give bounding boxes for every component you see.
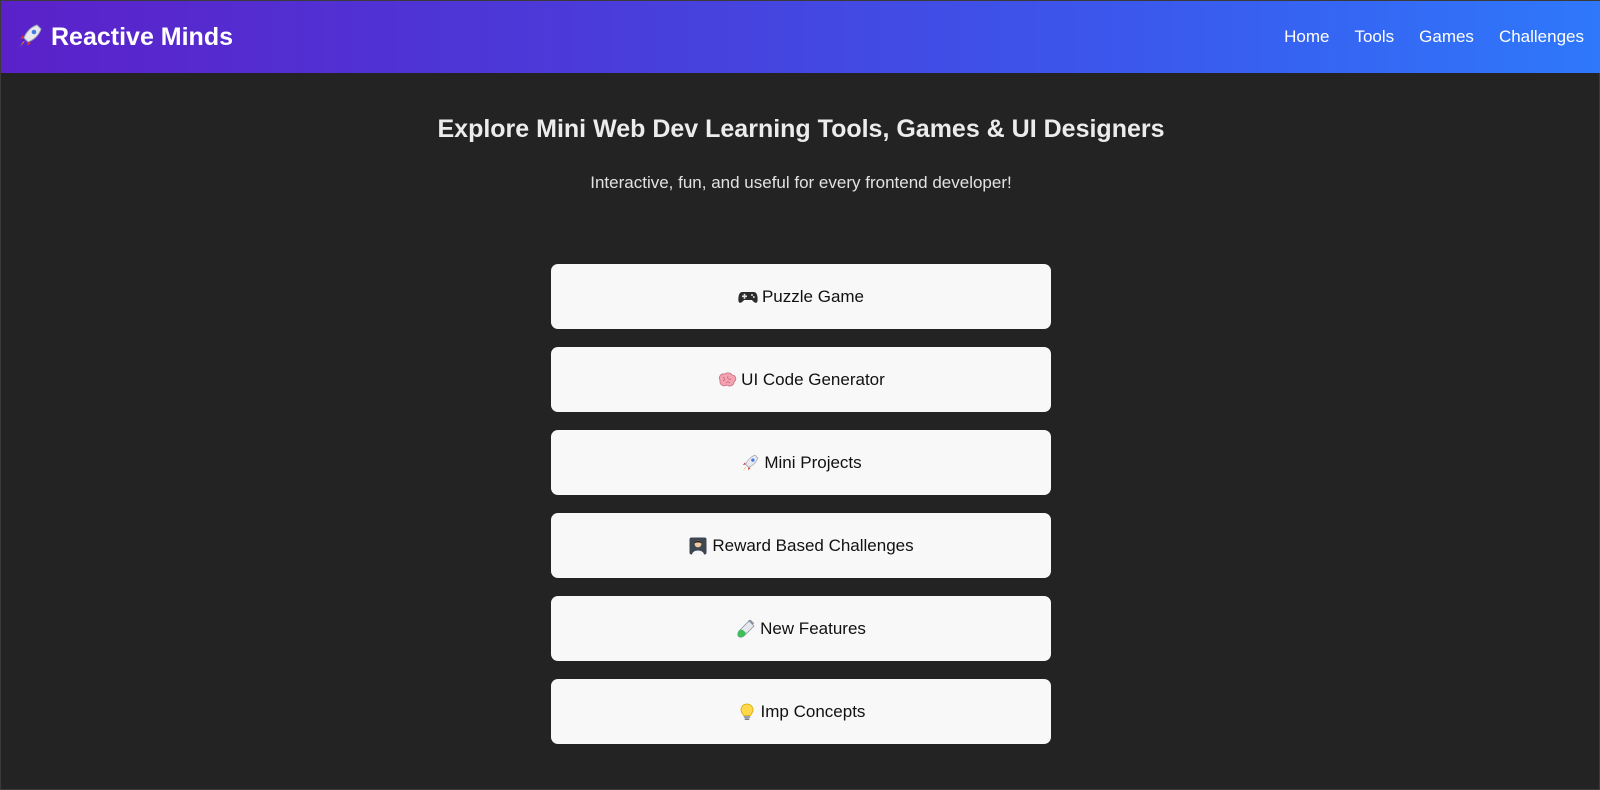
nav-link-tools[interactable]: Tools bbox=[1354, 27, 1394, 47]
rocket-icon bbox=[17, 22, 43, 52]
top-navbar: Reactive Minds Home Tools Games Challeng… bbox=[1, 1, 1600, 73]
rocket-icon bbox=[740, 453, 760, 473]
brand-name: Reactive Minds bbox=[51, 22, 234, 51]
game-controller-icon bbox=[738, 287, 758, 307]
card-puzzle-game[interactable]: Puzzle Game bbox=[551, 264, 1051, 329]
brain-icon bbox=[717, 370, 737, 390]
card-label: Reward Based Challenges bbox=[712, 535, 914, 555]
card-new-features[interactable]: New Features bbox=[551, 596, 1051, 661]
teacher-icon bbox=[688, 536, 708, 556]
card-ui-code-generator[interactable]: UI Code Generator bbox=[551, 347, 1051, 412]
card-label: New Features bbox=[760, 618, 866, 638]
main-nav: Home Tools Games Challenges bbox=[1259, 27, 1584, 47]
nav-link-home[interactable]: Home bbox=[1284, 27, 1329, 47]
tool-card-list: Puzzle Game UI Code Generator Mini Proje… bbox=[551, 264, 1051, 762]
page-title: Explore Mini Web Dev Learning Tools, Gam… bbox=[437, 115, 1165, 143]
page-subtitle: Interactive, fun, and useful for every f… bbox=[590, 173, 1012, 192]
card-label: Mini Projects bbox=[764, 452, 862, 472]
card-reward-based-challenges[interactable]: Reward Based Challenges bbox=[551, 513, 1051, 578]
brand[interactable]: Reactive Minds bbox=[17, 22, 233, 52]
card-label: Puzzle Game bbox=[761, 286, 865, 306]
test-tube-icon bbox=[736, 619, 756, 639]
light-bulb-icon bbox=[737, 702, 757, 722]
nav-link-games[interactable]: Games bbox=[1419, 27, 1474, 47]
card-mini-projects[interactable]: Mini Projects bbox=[551, 430, 1051, 495]
card-label: Imp Concepts bbox=[760, 701, 866, 721]
card-label: UI Code Generator bbox=[741, 369, 885, 389]
nav-link-challenges[interactable]: Challenges bbox=[1499, 27, 1584, 47]
card-imp-concepts[interactable]: Imp Concepts bbox=[551, 679, 1051, 744]
